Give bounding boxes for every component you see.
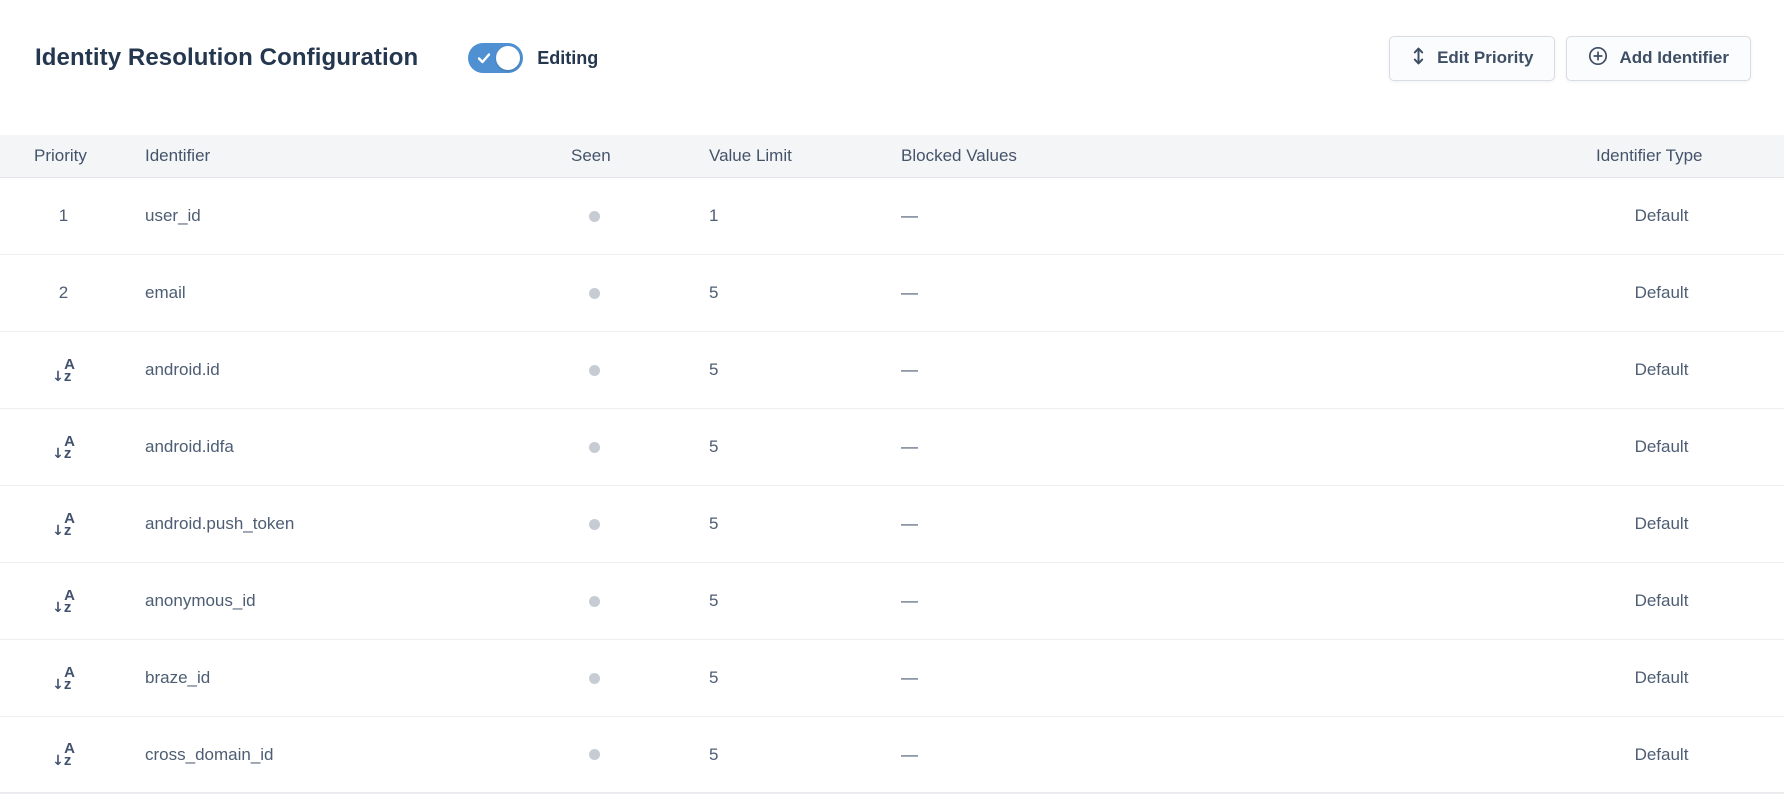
priority-cell: A ↓ z [0,741,127,768]
identifier-type-cell: Default [1596,745,1784,765]
table-row[interactable]: A ↓ z android.id 5 — Default [0,332,1784,409]
table-row[interactable]: A ↓ z braze_id 5 — Default [0,640,1784,717]
value-limit-cell: 5 [709,745,901,765]
priority-cell: A ↓ z [0,511,127,538]
identifier-cell: cross_domain_id [127,745,549,765]
seen-cell [549,288,709,299]
value-limit-cell: 5 [709,514,901,534]
seen-cell [549,519,709,530]
priority-cell: A ↓ z [0,665,127,692]
priority-cell: 2 A ↓ z [0,283,127,303]
arrow-down-icon: ↓ [52,447,64,461]
priority-cell: 1 A ↓ z [0,206,127,226]
identifier-cell: android.id [127,360,549,380]
column-header-value-limit: Value Limit [709,146,901,166]
value-limit-cell: 5 [709,591,901,611]
identifier-type-cell: Default [1596,283,1784,303]
add-identifier-button[interactable]: Add Identifier [1566,36,1751,81]
seen-dot [589,749,600,760]
column-header-identifier-type: Identifier Type [1596,146,1784,166]
table-row[interactable]: 2 A ↓ z email 5 — Default [0,255,1784,332]
seen-cell [549,749,709,760]
identifier-cell: anonymous_id [127,591,549,611]
seen-cell [549,596,709,607]
identifier-type-cell: Default [1596,591,1784,611]
seen-dot [589,365,600,376]
seen-dot [589,288,600,299]
column-header-blocked-values: Blocked Values [901,146,1596,166]
editing-toggle[interactable] [468,43,523,73]
identifier-cell: android.idfa [127,437,549,457]
up-down-arrow-icon [1411,46,1426,71]
edit-priority-label: Edit Priority [1437,48,1533,68]
seen-cell [549,365,709,376]
table-body: 1 A ↓ z user_id 1 — Default 2 A ↓ z [0,178,1784,794]
identifier-type-cell: Default [1596,514,1784,534]
seen-dot [589,596,600,607]
blocked-values-cell: — [901,360,1596,380]
priority-number: 2 [59,283,68,303]
priority-cell: A ↓ z [0,357,127,384]
table-row[interactable]: A ↓ z android.idfa 5 — Default [0,409,1784,486]
identifier-type-cell: Default [1596,437,1784,457]
blocked-values-cell: — [901,745,1596,765]
column-header-identifier: Identifier [127,146,549,166]
sort-alphabetical-icon: A ↓ z [52,357,75,384]
seen-dot [589,211,600,222]
value-limit-cell: 1 [709,206,901,226]
page-title: Identity Resolution Configuration [35,44,418,72]
table-row[interactable]: A ↓ z android.push_token 5 — Default [0,486,1784,563]
blocked-values-cell: — [901,206,1596,226]
seen-cell [549,673,709,684]
table-header: Priority Identifier Seen Value Limit Blo… [0,135,1784,178]
value-limit-cell: 5 [709,360,901,380]
arrow-down-icon: ↓ [52,524,64,538]
sort-alphabetical-icon: A ↓ z [52,665,75,692]
check-icon [477,51,491,65]
seen-dot [589,442,600,453]
blocked-values-cell: — [901,437,1596,457]
identifier-type-cell: Default [1596,206,1784,226]
sort-alphabetical-icon: A ↓ z [52,588,75,615]
value-limit-cell: 5 [709,437,901,457]
arrow-down-icon: ↓ [52,601,64,615]
blocked-values-cell: — [901,514,1596,534]
identifier-cell: android.push_token [127,514,549,534]
identifier-type-cell: Default [1596,668,1784,688]
blocked-values-cell: — [901,591,1596,611]
blocked-values-cell: — [901,283,1596,303]
seen-cell [549,211,709,222]
page-header: Identity Resolution Configuration Editin… [35,30,1751,86]
table-row[interactable]: 1 A ↓ z user_id 1 — Default [0,178,1784,255]
edit-priority-button[interactable]: Edit Priority [1389,36,1555,81]
sort-alphabetical-icon: A ↓ z [52,434,75,461]
identifier-cell: email [127,283,549,303]
identifier-cell: user_id [127,206,549,226]
seen-cell [549,442,709,453]
priority-cell: A ↓ z [0,588,127,615]
arrow-down-icon: ↓ [52,754,64,768]
seen-dot [589,673,600,684]
table-row[interactable]: A ↓ z cross_domain_id 5 — Default [0,717,1784,794]
column-header-priority: Priority [0,146,127,166]
add-identifier-label: Add Identifier [1619,48,1729,68]
seen-dot [589,519,600,530]
value-limit-cell: 5 [709,668,901,688]
identifier-type-cell: Default [1596,360,1784,380]
identifier-cell: braze_id [127,668,549,688]
blocked-values-cell: — [901,668,1596,688]
sort-alphabetical-icon: A ↓ z [52,511,75,538]
column-header-seen: Seen [549,146,709,166]
arrow-down-icon: ↓ [52,370,64,384]
editing-toggle-label: Editing [537,48,598,69]
value-limit-cell: 5 [709,283,901,303]
toggle-knob [496,46,520,70]
priority-cell: A ↓ z [0,434,127,461]
table-row[interactable]: A ↓ z anonymous_id 5 — Default [0,563,1784,640]
plus-circle-icon [1588,46,1608,71]
sort-alphabetical-icon: A ↓ z [52,741,75,768]
priority-number: 1 [59,206,68,226]
arrow-down-icon: ↓ [52,678,64,692]
